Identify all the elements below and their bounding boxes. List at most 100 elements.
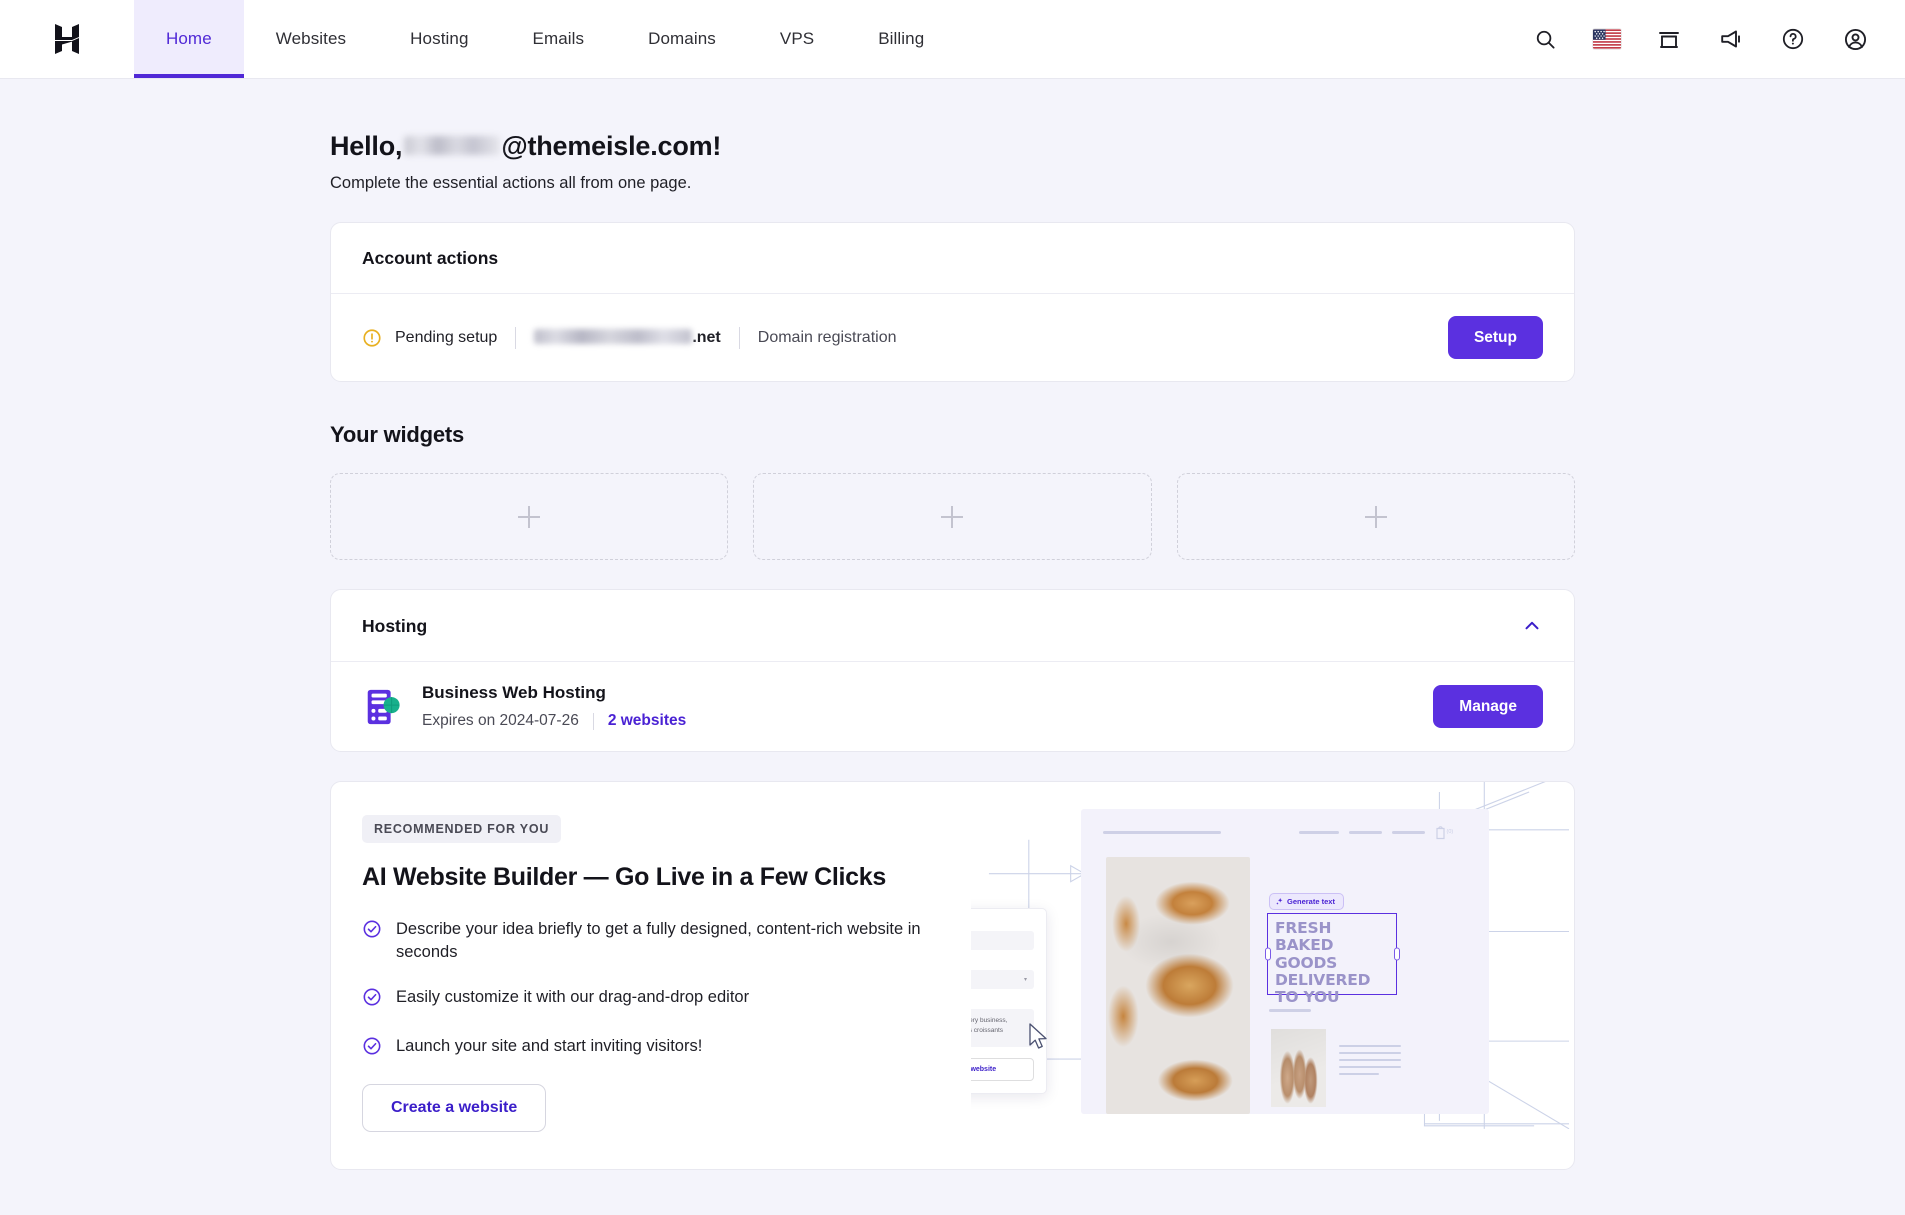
nav-item-home[interactable]: Home — [134, 0, 244, 78]
plus-icon — [941, 505, 964, 528]
create-a-website-button[interactable]: Create a website — [362, 1084, 547, 1133]
divider — [738, 326, 740, 349]
pending-status: Pending setup — [362, 328, 497, 348]
promo-cta-wrap: Create a website — [362, 1084, 971, 1133]
content-container: Hello, @themeisle.com! Complete the esse… — [330, 79, 1575, 1171]
nav-item-hosting[interactable]: Hosting — [378, 0, 500, 78]
nav-item-websites[interactable]: Websites — [244, 0, 378, 78]
header-actions — [1531, 0, 1905, 78]
promo-title: AI Website Builder — Go Live in a Few Cl… — [362, 863, 886, 891]
mock-create-website-label: Create a website — [971, 1066, 997, 1073]
setup-button[interactable]: Setup — [1447, 316, 1543, 359]
list-item: Describe your idea briefly to get a full… — [362, 918, 942, 963]
ai-builder-form-panel: Brand name John's Bakery Website type Bu… — [971, 908, 1047, 1094]
divider — [592, 712, 594, 730]
check-circle-icon — [362, 919, 382, 963]
bullet-text: Describe your idea briefly to get a full… — [396, 920, 921, 961]
widgets-row — [330, 473, 1575, 560]
server-globe-icon — [367, 689, 400, 724]
plus-icon — [518, 505, 541, 528]
nav-item-emails[interactable]: Emails — [501, 0, 617, 78]
resize-handle-right — [1393, 947, 1400, 961]
hosting-plan-row: Business Web Hosting Expires on 2024-07-… — [331, 662, 1574, 751]
account-actions-header: Account actions — [331, 223, 1574, 294]
mock-logo-bar — [1103, 831, 1221, 834]
page-body: Hello, @themeisle.com! Complete the esse… — [0, 79, 1905, 1215]
brand-name-label: Brand name — [971, 920, 1034, 927]
redacted-domain — [534, 328, 693, 344]
account-user-icon[interactable] — [1841, 25, 1869, 53]
nav-label: Hosting — [410, 29, 469, 48]
headline-text: FRESH BAKED GOODS DELIVERED TO YOU — [1275, 919, 1371, 1007]
sparkle-icon — [1276, 898, 1283, 905]
us-flag-icon[interactable] — [1593, 25, 1621, 53]
mock-create-website-button[interactable]: Create a website — [971, 1058, 1034, 1081]
bullet-text: Launch your site and start inviting visi… — [396, 1037, 703, 1056]
description-label: Description — [971, 998, 1034, 1005]
nav-label: Emails — [532, 29, 585, 48]
nav-label: Websites — [275, 29, 347, 48]
bullet-text: Easily customize it with our drag-and-dr… — [396, 988, 750, 1007]
divider — [515, 326, 517, 349]
megaphone-announcements-icon[interactable] — [1717, 25, 1745, 53]
widgets-title: Your widgets — [330, 422, 465, 447]
website-type-label: Website type — [971, 959, 1034, 966]
check-circle-icon — [362, 987, 382, 1012]
website-type-select[interactable]: Business showcase ▾ — [971, 970, 1034, 989]
top-header: Home Websites Hosting Emails Domains VPS… — [0, 0, 1905, 79]
website-preview-mock: (0) Generate text FRESH BAKED GOODS DELI… — [1081, 809, 1489, 1114]
status-badge: Pending setup — [395, 328, 498, 346]
list-item: Launch your site and start inviting visi… — [362, 1035, 942, 1061]
bread-photo — [1271, 1029, 1326, 1107]
redacted-username — [404, 136, 501, 155]
search-icon[interactable] — [1531, 25, 1559, 53]
nav-label: Home — [166, 29, 212, 48]
greeting-hello: Hello, — [330, 131, 403, 161]
hosting-title: Hosting — [362, 615, 428, 636]
mock-nav-bar — [1349, 831, 1382, 834]
domain-name: .net — [534, 328, 721, 347]
nav-item-billing[interactable]: Billing — [846, 0, 956, 78]
add-widget-slot-3[interactable] — [1176, 473, 1575, 560]
mock-divider-line — [1269, 1009, 1311, 1012]
promo-bullets: Describe your idea briefly to get a full… — [362, 918, 971, 1061]
manage-button[interactable]: Manage — [1433, 685, 1543, 728]
promo-content: RECOMMENDED FOR YOU AI Website Builder —… — [331, 782, 971, 1169]
mock-paragraph-lines — [1339, 1045, 1401, 1080]
nav-label: Billing — [878, 29, 925, 48]
marketplace-store-icon[interactable] — [1655, 25, 1683, 53]
page-title: Hello, @themeisle.com! — [330, 131, 1575, 162]
ai-builder-promo-card: RECOMMENDED FOR YOU AI Website Builder —… — [330, 781, 1575, 1171]
promo-illustration: (0) Generate text FRESH BAKED GOODS DELI… — [971, 782, 1574, 1169]
chevron-down-icon: ▾ — [1023, 977, 1027, 983]
hostinger-logo[interactable] — [0, 0, 134, 78]
account-action-row: Pending setup .net Domain registration S… — [331, 294, 1574, 381]
main-navigation: Home Websites Hosting Emails Domains VPS… — [134, 0, 956, 78]
account-actions-card: Account actions Pending setup .net Domai… — [330, 222, 1575, 382]
add-widget-slot-2[interactable] — [753, 473, 1152, 560]
nav-item-vps[interactable]: VPS — [748, 0, 846, 78]
brand-name-input[interactable]: John's Bakery — [971, 931, 1034, 950]
mock-cart-icon: (0) — [1436, 826, 1453, 840]
croissants-photo — [1106, 857, 1250, 1114]
plus-icon — [1364, 505, 1387, 528]
hosting-header[interactable]: Hosting — [331, 590, 1574, 662]
account-actions-title: Account actions — [362, 248, 499, 268]
greeting-email-domain: @themeisle.com! — [501, 131, 722, 161]
chevron-up-icon[interactable] — [1521, 615, 1543, 637]
help-question-icon[interactable] — [1779, 25, 1807, 53]
websites-count-link[interactable]: 2 websites — [608, 712, 686, 730]
list-item: Easily customize it with our drag-and-dr… — [362, 986, 942, 1012]
headline-text-block: FRESH BAKED GOODS DELIVERED TO YOU — [1264, 913, 1400, 1006]
add-widget-slot-1[interactable] — [330, 473, 729, 560]
generate-text-chip: Generate text — [1269, 893, 1344, 910]
hosting-plan-name: Business Web Hosting — [422, 683, 606, 702]
description-textarea[interactable]: We're a small family bakery business, ba… — [971, 1009, 1034, 1047]
nav-label: VPS — [779, 29, 815, 48]
mock-nav-bar — [1299, 831, 1339, 834]
recommended-badge: RECOMMENDED FOR YOU — [362, 815, 562, 843]
resize-handle-left — [1264, 947, 1271, 961]
warning-circle-icon — [363, 328, 381, 347]
action-type: Domain registration — [757, 328, 897, 346]
nav-item-domains[interactable]: Domains — [616, 0, 748, 78]
